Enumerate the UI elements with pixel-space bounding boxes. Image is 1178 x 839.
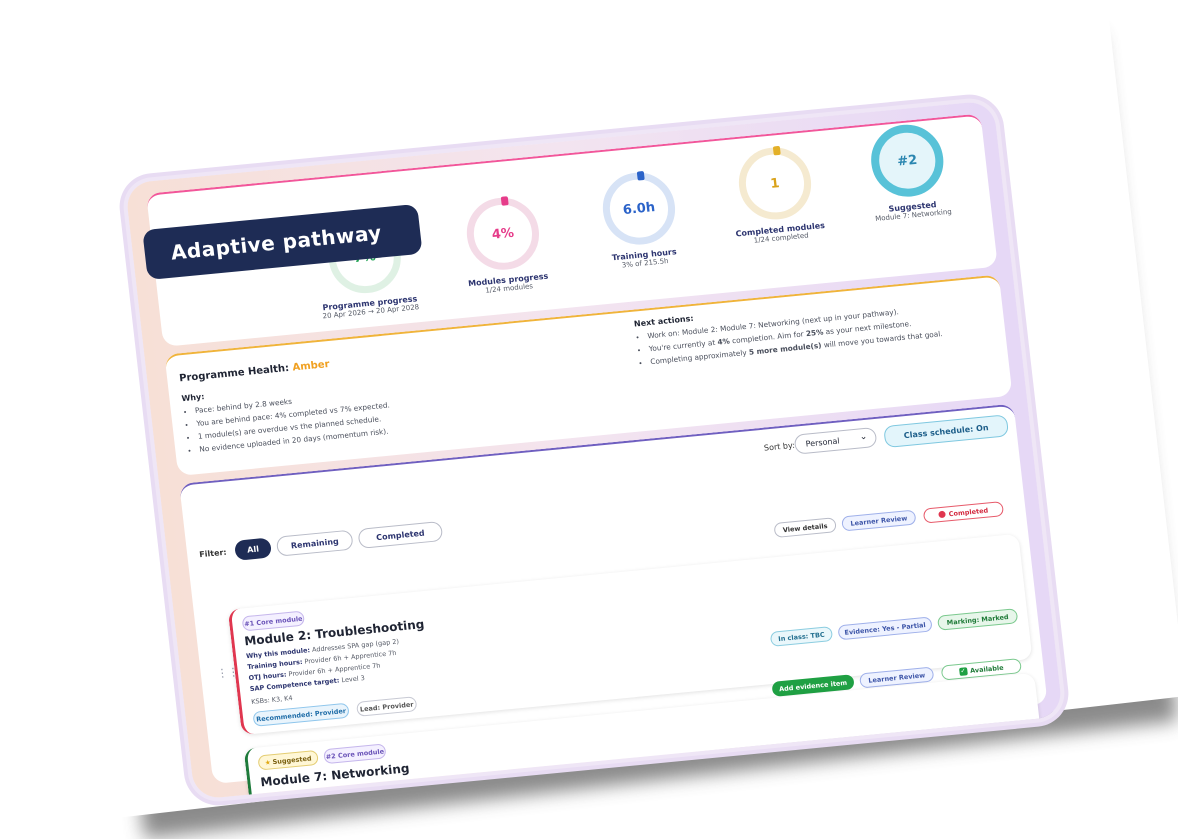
sort-label: Sort by:	[763, 440, 796, 453]
suggested-badge: ★ Suggested	[257, 749, 319, 771]
in-class-badge: In class: TBC	[769, 626, 834, 647]
module-tag: #1 Core module	[241, 610, 306, 632]
filter-all[interactable]: All	[233, 537, 273, 561]
filter-completed[interactable]: Completed	[357, 520, 444, 549]
app-screenshot: Adaptive pathway 7% Programme progress 2…	[124, 100, 1064, 800]
chevron-down-icon: ⌄	[859, 431, 868, 443]
evidence-badge: Evidence: Yes - Partial	[837, 616, 933, 641]
app-content: Adaptive pathway 7% Programme progress 2…	[142, 113, 1049, 800]
star-icon: ★	[264, 757, 272, 767]
suggested-value: #2	[896, 152, 919, 170]
completed-status-button[interactable]: Completed	[922, 501, 1005, 524]
ring-marker	[772, 145, 781, 156]
training-hours-ring: 6.0h	[599, 169, 679, 248]
available-status-label: Available	[969, 663, 1004, 675]
completed-modules-ring: 1	[735, 144, 815, 223]
class-schedule-toggle[interactable]: Class schedule: On	[883, 414, 1010, 449]
modules-progress-ring: 4%	[463, 194, 543, 273]
minus-circle-icon	[938, 510, 947, 519]
filter-remaining[interactable]: Remaining	[275, 529, 354, 557]
health-status: Amber	[291, 359, 331, 374]
filter-label: Filter:	[198, 547, 228, 560]
health-title-prefix: Programme Health:	[178, 362, 290, 385]
module-tag: #2 Core module	[323, 743, 387, 765]
next-action-bold: 25%	[805, 327, 824, 339]
field-label: OTJ hours:	[248, 670, 287, 683]
learner-review-button[interactable]: Learner Review	[841, 509, 917, 532]
ring-marker	[500, 196, 509, 206]
completed-status-label: Completed	[948, 506, 989, 518]
stat-modules-progress: 4% Modules progress 1/24 modules	[439, 192, 569, 298]
stat-completed-modules: 1 Completed modules 1/24 completed	[711, 142, 841, 248]
ring-marker	[636, 170, 645, 181]
check-icon: ✓	[958, 666, 968, 676]
stat-training-hours: 6.0h Training hours 3% of 215.5h	[575, 167, 705, 273]
lead-badge: Lead: Provider	[355, 696, 418, 717]
recommended-badge: Recommended: Provider	[252, 702, 350, 727]
stat-suggested[interactable]: #2 Suggested Module 7: Networking	[843, 119, 973, 225]
suggested-ring[interactable]: #2	[867, 121, 948, 200]
suggested-badge-label: Suggested	[272, 753, 312, 766]
sort-select[interactable]: Personal ⌄	[793, 426, 878, 455]
next-actions: Next actions: Work on: Module 2: Module …	[633, 284, 1007, 369]
modules-progress-value: 4%	[491, 225, 515, 243]
view-details-button[interactable]: View details	[773, 517, 837, 539]
field-value: Level 3	[341, 674, 366, 685]
marking-badge: Marking: Marked	[936, 608, 1019, 631]
completed-modules-value: 1	[769, 175, 781, 192]
health-summary: Programme Health: Amber Why: Pace: behin…	[179, 342, 517, 457]
training-hours-value: 6.0h	[622, 199, 656, 218]
sort-value: Personal	[805, 435, 841, 449]
module-ksbs: KSBs: K3, K4	[250, 694, 294, 706]
